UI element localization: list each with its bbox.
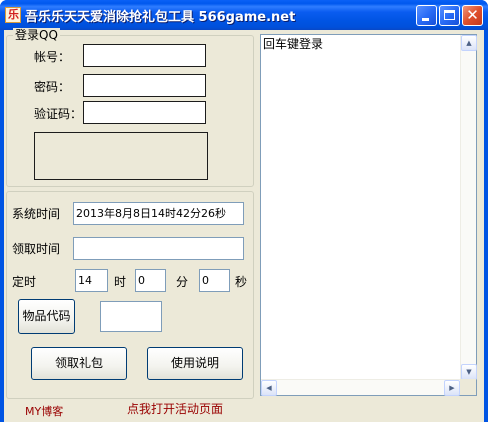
claim-time-field[interactable] xyxy=(73,237,244,260)
hour-input[interactable]: 14 xyxy=(75,269,108,292)
claim-time-label: 领取时间 xyxy=(12,242,61,256)
horizontal-scrollbar[interactable]: ◀ ▶ xyxy=(261,379,460,396)
vertical-scrollbar[interactable]: ▲ ▼ xyxy=(460,35,477,380)
maximize-icon xyxy=(444,10,455,20)
captcha-image[interactable] xyxy=(34,132,208,180)
scroll-left-arrow-icon: ◀ xyxy=(266,384,272,392)
system-time-label: 系统时间 xyxy=(12,207,61,221)
scroll-left-button[interactable]: ◀ xyxy=(261,380,277,396)
captcha-label: 验证码： xyxy=(34,107,83,121)
scroll-up-arrow-icon: ▲ xyxy=(466,39,472,47)
close-button[interactable]: ✕ xyxy=(462,5,483,26)
claim-gift-button-label: 领取礼包 xyxy=(54,356,103,370)
password-label: 密码： xyxy=(34,80,71,94)
claim-gift-button[interactable]: 领取礼包 xyxy=(31,347,127,380)
scroll-right-button[interactable]: ▶ xyxy=(444,380,460,396)
app-window: 乐 吾乐乐天天爱消除抢礼包工具 566game.net ✕ 登录QQ 帐号： 密… xyxy=(0,0,488,422)
hour-unit: 时 xyxy=(114,275,127,289)
help-button[interactable]: 使用说明 xyxy=(147,347,243,380)
minimize-button[interactable] xyxy=(416,5,437,26)
password-input[interactable] xyxy=(83,74,206,97)
app-icon-glyph: 乐 xyxy=(8,8,19,21)
second-unit: 秒 xyxy=(235,275,248,289)
system-time-field[interactable]: 2013年8月8日14时42分26秒 xyxy=(73,202,244,225)
blog-link[interactable]: MY博客 xyxy=(25,405,63,418)
log-text: 回车键登录 xyxy=(263,37,324,51)
title-bar[interactable]: 乐 吾乐乐天天爱消除抢礼包工具 566game.net ✕ xyxy=(0,0,488,30)
schedule-label: 定时 xyxy=(12,275,37,289)
app-icon[interactable]: 乐 xyxy=(5,7,21,23)
log-memo[interactable]: 回车键登录 ▲ ▼ ◀ ▶ xyxy=(260,34,477,396)
scroll-right-arrow-icon: ▶ xyxy=(449,384,455,392)
minute-input[interactable]: 0 xyxy=(135,269,166,292)
window-title: 吾乐乐天天爱消除抢礼包工具 566game.net xyxy=(25,10,296,25)
item-code-button[interactable]: 物品代码 xyxy=(18,299,75,334)
scroll-up-button[interactable]: ▲ xyxy=(461,35,477,51)
account-input[interactable] xyxy=(83,44,206,67)
close-icon: ✕ xyxy=(466,6,479,24)
captcha-input[interactable] xyxy=(83,101,206,124)
second-input[interactable]: 0 xyxy=(199,269,230,292)
minute-unit: 分 xyxy=(176,275,189,289)
scrollbar-corner xyxy=(460,379,476,395)
minimize-icon xyxy=(422,18,429,21)
maximize-button[interactable] xyxy=(439,5,460,26)
help-button-label: 使用说明 xyxy=(170,356,219,370)
item-code-input[interactable] xyxy=(100,301,162,332)
item-code-button-label: 物品代码 xyxy=(22,309,71,323)
login-group-title: 登录QQ xyxy=(13,28,60,42)
client-area: 登录QQ 帐号： 密码： 验证码： 系统时间 2013年8月8日14时42分26… xyxy=(4,28,484,422)
scroll-down-button[interactable]: ▼ xyxy=(461,364,477,380)
scroll-down-arrow-icon: ▼ xyxy=(466,368,472,376)
account-label: 帐号： xyxy=(34,50,71,64)
activity-page-link[interactable]: 点我打开活动页面 xyxy=(127,403,223,416)
